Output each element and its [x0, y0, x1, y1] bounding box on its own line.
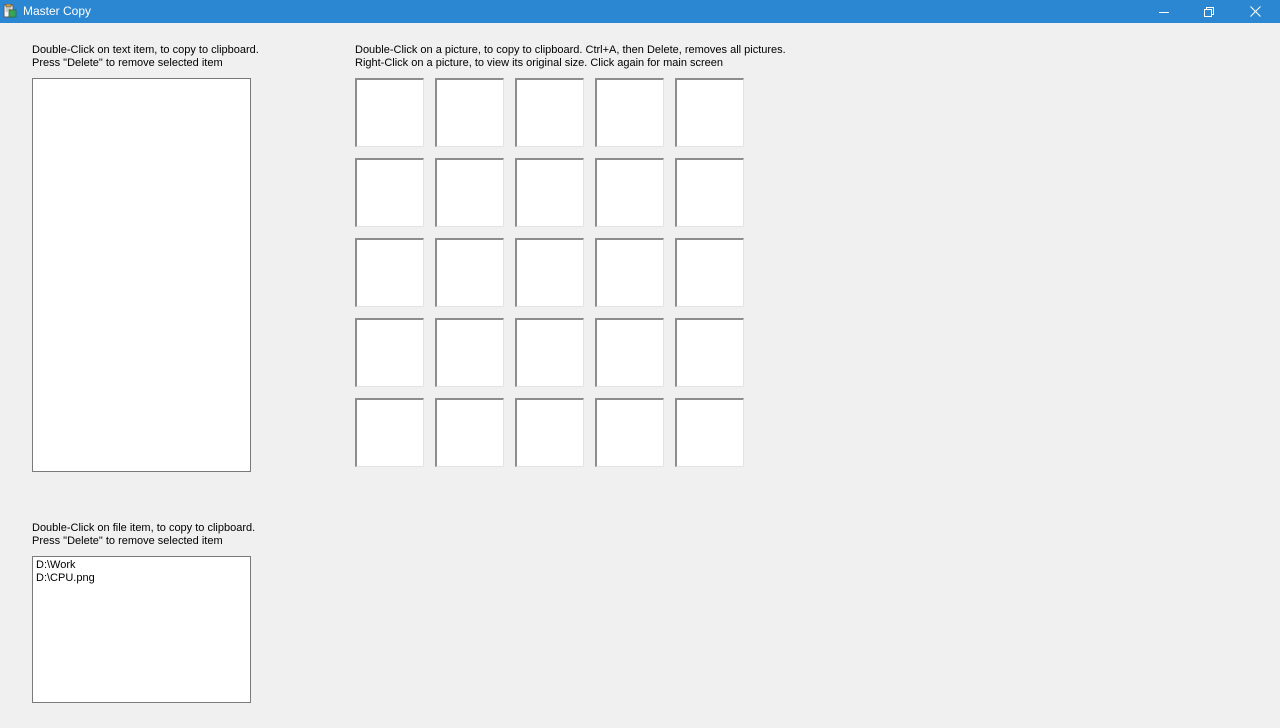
title-bar[interactable]: Master Copy — [0, 0, 1280, 23]
file-panel-caption-line1: Double-Click on file item, to copy to cl… — [32, 522, 256, 534]
file-items-listbox[interactable]: D:\Work D:\CPU.png — [32, 556, 251, 703]
picture-slot[interactable] — [515, 398, 584, 467]
text-panel-caption: Double-Click on text item, to copy to cl… — [32, 44, 259, 70]
picture-slot[interactable] — [435, 78, 504, 147]
picture-slot[interactable] — [515, 158, 584, 227]
picture-slot[interactable] — [355, 318, 424, 387]
picture-grid — [355, 78, 745, 468]
picture-slot[interactable] — [675, 318, 744, 387]
picture-slot[interactable] — [515, 238, 584, 307]
minimize-button[interactable] — [1141, 0, 1187, 23]
text-items-listbox[interactable] — [32, 78, 251, 472]
file-panel-caption: Double-Click on file item, to copy to cl… — [32, 522, 255, 548]
picture-slot[interactable] — [595, 398, 664, 467]
minimize-icon — [1159, 11, 1169, 13]
picture-panel-caption-line2: Right-Click on a picture, to view its or… — [355, 57, 724, 69]
picture-slot[interactable] — [435, 318, 504, 387]
picture-slot[interactable] — [675, 158, 744, 227]
picture-slot[interactable] — [355, 158, 424, 227]
picture-panel-caption-line1: Double-Click on a picture, to copy to cl… — [355, 44, 786, 56]
picture-slot[interactable] — [675, 238, 744, 307]
window-title: Master Copy — [23, 4, 92, 18]
restore-button[interactable] — [1186, 0, 1232, 23]
text-panel-caption-line2: Press "Delete" to remove selected item — [32, 57, 223, 69]
picture-slot[interactable] — [675, 398, 744, 467]
picture-slot[interactable] — [355, 238, 424, 307]
picture-slot[interactable] — [435, 398, 504, 467]
picture-slot[interactable] — [515, 78, 584, 147]
file-list-item[interactable]: D:\Work — [33, 559, 250, 572]
picture-slot[interactable] — [595, 318, 664, 387]
picture-slot[interactable] — [595, 158, 664, 227]
picture-slot[interactable] — [595, 238, 664, 307]
picture-panel-caption: Double-Click on a picture, to copy to cl… — [355, 44, 786, 70]
picture-slot[interactable] — [675, 78, 744, 147]
picture-slot[interactable] — [435, 158, 504, 227]
file-list-item[interactable]: D:\CPU.png — [33, 572, 250, 585]
master-copy-window: Master Copy Double-Click on text item, t… — [0, 0, 1280, 728]
file-panel-caption-line2: Press "Delete" to remove selected item — [32, 535, 223, 547]
picture-slot[interactable] — [595, 78, 664, 147]
picture-slot[interactable] — [515, 318, 584, 387]
picture-slot[interactable] — [355, 78, 424, 147]
picture-slot[interactable] — [355, 398, 424, 467]
restore-icon — [1204, 6, 1214, 17]
picture-slot[interactable] — [435, 238, 504, 307]
close-button[interactable] — [1232, 0, 1278, 23]
close-icon — [1249, 6, 1261, 17]
text-panel-caption-line1: Double-Click on text item, to copy to cl… — [32, 44, 259, 56]
clipboard-app-icon — [3, 4, 17, 18]
